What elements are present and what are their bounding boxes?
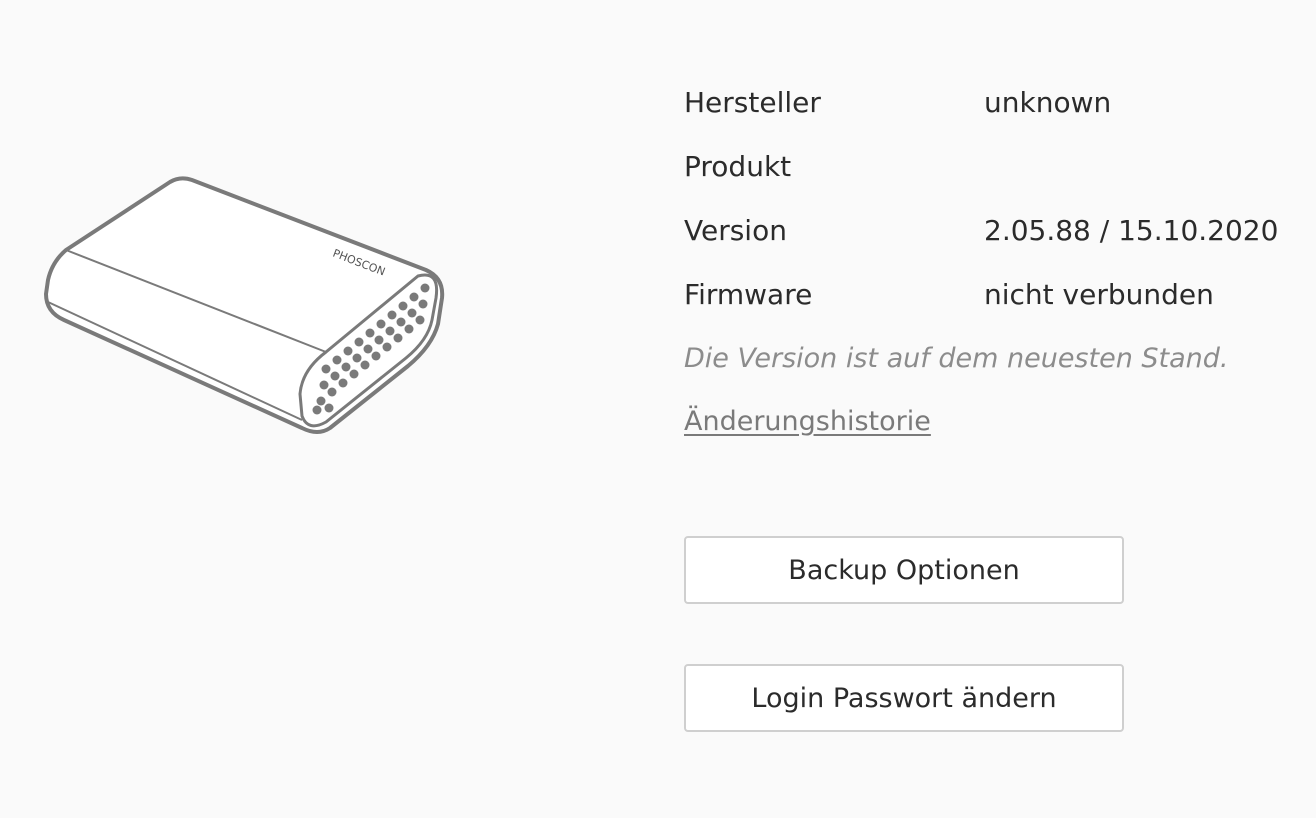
version-status-text: Die Version ist auf dem neuesten Stand. [684,342,1229,374]
info-row-produkt: Produkt [684,134,1304,198]
info-label: Version [684,213,787,247]
info-value: nicht verbunden [984,277,1214,311]
gateway-settings-page: PHOSCON Hersteller unknown Produkt Versi… [0,0,1316,818]
info-row-version: Version 2.05.88 / 15.10.2020 [684,198,1304,262]
backup-options-button[interactable]: Backup Optionen [684,536,1124,604]
change-password-button[interactable]: Login Passwort ändern [684,664,1124,732]
device-info: Hersteller unknown Produkt Version 2.05.… [684,70,1304,454]
info-value: unknown [984,85,1112,119]
change-history-link[interactable]: Änderungshistorie [684,390,931,454]
gateway-device-icon: PHOSCON [40,170,450,440]
info-label: Firmware [684,277,813,311]
info-row-hersteller: Hersteller unknown [684,70,1304,134]
info-value: 2.05.88 / 15.10.2020 [984,213,1279,247]
info-label: Hersteller [684,85,821,119]
info-label: Produkt [684,149,792,183]
info-row-firmware: Firmware nicht verbunden [684,262,1304,326]
